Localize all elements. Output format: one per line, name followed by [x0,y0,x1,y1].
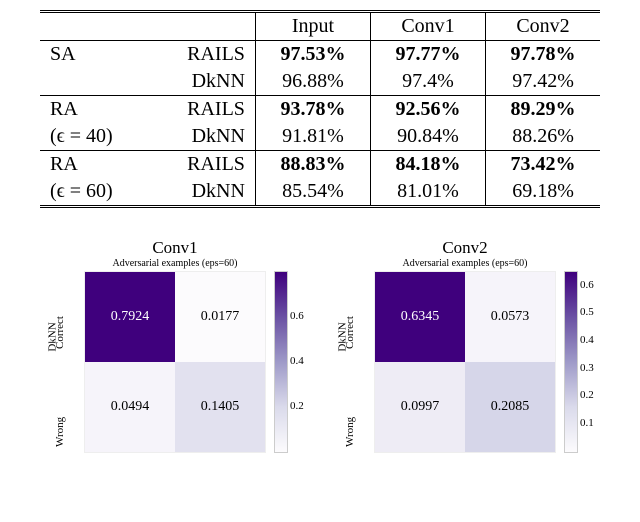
colorbar [564,271,578,453]
cell: 91.81% [255,123,370,151]
group-sublabel [40,68,151,96]
cell: 73.42% [486,151,600,179]
method-label: RAILS [151,41,256,69]
group-sublabel: (ϵ = 60) [40,178,151,207]
cell: 85.54% [255,178,370,207]
heatmap-cell: 0.0494 [85,362,175,452]
results-table: Input Conv1 Conv2 SA RAILS 97.53% 97.77%… [40,10,600,208]
colorbar [274,271,288,453]
method-label: DkNN [151,123,256,151]
heatmap-wrap: DkNN Correct Wrong 0.7924 0.0177 0.0494 … [50,271,330,471]
cell: 90.84% [370,123,485,151]
heatmap-conv1: Conv1 Adversarial examples (eps=60) DkNN… [50,238,330,471]
cell: 97.53% [255,41,370,69]
heatmap-ytick: Correct [54,316,66,349]
table-header-conv1: Conv1 [370,12,485,41]
cell: 89.29% [486,96,600,124]
method-label: DkNN [151,68,256,96]
table-row: (ϵ = 40) DkNN 91.81% 90.84% 88.26% [40,123,600,151]
colorbar-tick: 0.5 [580,306,594,318]
table-row: (ϵ = 60) DkNN 85.54% 81.01% 69.18% [40,178,600,207]
cell: 88.26% [486,123,600,151]
table-row: DkNN 96.88% 97.4% 97.42% [40,68,600,96]
cell: 93.78% [255,96,370,124]
table-header-blank [40,12,255,41]
cell: 81.01% [370,178,485,207]
method-label: RAILS [151,151,256,179]
page-root: Input Conv1 Conv2 SA RAILS 97.53% 97.77%… [0,0,640,522]
cell: 69.18% [486,178,600,207]
method-label: RAILS [151,96,256,124]
heatmap-cell: 0.0573 [465,272,555,362]
colorbar-tick: 0.2 [290,400,304,412]
heatmaps-area: dv examples (ϵ = 60) Conv1 Adversarial e… [20,238,620,508]
group-label: RA [40,151,151,179]
heatmap-title: Conv1 [70,238,280,258]
heatmap-cell: 0.6345 [375,272,465,362]
heatmap-cell: 0.7924 [85,272,175,362]
colorbar-tick: 0.1 [580,417,594,429]
cell: 97.77% [370,41,485,69]
heatmap-grid: 0.7924 0.0177 0.0494 0.1405 [84,271,266,453]
cell: 97.42% [486,68,600,96]
heatmap-ytick: Wrong [54,417,66,447]
cell: 97.4% [370,68,485,96]
colorbar-tick: 0.3 [580,362,594,374]
table-row: SA RAILS 97.53% 97.77% 97.78% [40,41,600,69]
heatmap-grid: 0.6345 0.0573 0.0997 0.2085 [374,271,556,453]
cell: 88.83% [255,151,370,179]
colorbar-tick: 0.4 [580,334,594,346]
method-label: DkNN [151,178,256,207]
table-row: RA RAILS 88.83% 84.18% 73.42% [40,151,600,179]
table-header-row: Input Conv1 Conv2 [40,12,600,41]
heatmap-cell: 0.0177 [175,272,265,362]
table-header-conv2: Conv2 [486,12,600,41]
cell: 84.18% [370,151,485,179]
group-label: SA [40,41,151,69]
heatmap-cell: 0.0997 [375,362,465,452]
colorbar-tick: 0.4 [290,355,304,367]
heatmap-ytick: Wrong [344,417,356,447]
heatmap-subtitle: Adversarial examples (eps=60) [70,258,280,269]
colorbar-tick: 0.2 [580,389,594,401]
table-row: RA RAILS 93.78% 92.56% 89.29% [40,96,600,124]
heatmap-title: Conv2 [360,238,570,258]
cell: 97.78% [486,41,600,69]
cell: 96.88% [255,68,370,96]
group-label: RA [40,96,151,124]
heatmap-wrap: DkNN Correct Wrong 0.6345 0.0573 0.0997 … [340,271,620,471]
heatmap-cell: 0.2085 [465,362,555,452]
colorbar-tick: 0.6 [580,279,594,291]
cell: 92.56% [370,96,485,124]
group-sublabel: (ϵ = 40) [40,123,151,151]
heatmap-ytick: Correct [344,316,356,349]
table-header-input: Input [255,12,370,41]
heatmap-cell: 0.1405 [175,362,265,452]
colorbar-tick: 0.6 [290,310,304,322]
heatmap-conv2: Conv2 Adversarial examples (eps=60) DkNN… [340,238,620,471]
heatmap-subtitle: Adversarial examples (eps=60) [360,258,570,269]
